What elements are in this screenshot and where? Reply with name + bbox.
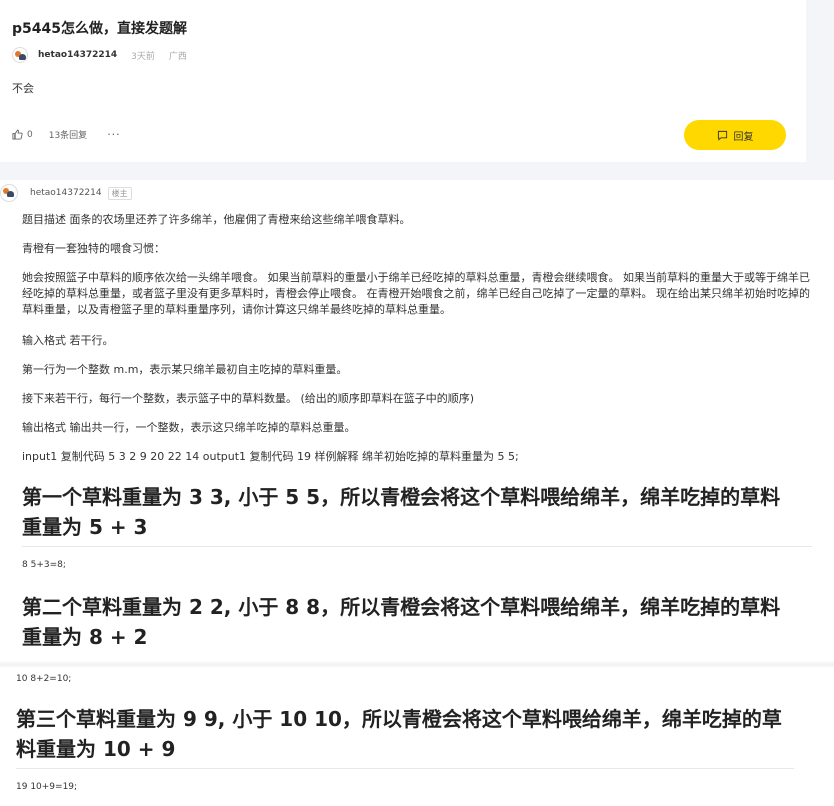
paragraph: 青橙有一套独特的喂食习惯： [22, 242, 165, 255]
paragraph: 她会按照篮子中草料的顺序依次给一头绵羊喂食。 如果当前草料的重量小于绵羊已经吃掉… [22, 271, 810, 316]
explanation-heading: 第二个草料重量为 2 2, 小于 8 8，所以青橙会将这个草料喂给绵羊，绵羊吃掉… [22, 595, 781, 649]
post-body: 不会 [12, 82, 34, 95]
reply-author-name[interactable]: hetao14372214 [30, 188, 102, 198]
reply-count[interactable]: 13条回复 [49, 128, 87, 141]
post-actions: 0 13条回复 ··· [12, 128, 121, 141]
post-time: 3天前 [131, 51, 155, 62]
author-name[interactable]: hetao14372214 [38, 50, 117, 60]
post-author-row: hetao14372214 3天前 广西 [12, 46, 187, 64]
more-icon[interactable]: ··· [107, 128, 121, 141]
explanation-heading: 第一个草料重量为 3 3, 小于 5 5，所以青橙会将这个草料喂给绵羊，绵羊吃掉… [22, 485, 781, 539]
calc-line: 19 10+9=19; [16, 782, 78, 792]
explanation-heading: 第三个草料重量为 9 9, 小于 10 10，所以青橙会将这个草料喂给绵羊，绵羊… [16, 707, 782, 761]
paragraph: 接下来若干行，每行一个整数，表示篮子中的草料数量。 (给出的顺序即草料在篮子中的… [22, 392, 475, 405]
paragraph: 输入格式 若干行。 [22, 334, 114, 347]
paragraph: 第一行为一个整数 m.m，表示某只绵羊最初自主吃掉的草料重量。 [22, 363, 348, 376]
right-gutter [806, 0, 834, 168]
avatar[interactable] [12, 47, 28, 63]
paragraph: 题目描述 面条的农场里还养了许多绵羊，他雇佣了青橙来给这些绵羊喂食草料。 [22, 213, 411, 226]
like-icon[interactable] [12, 129, 23, 140]
comment-icon [717, 130, 728, 141]
like-count: 0 [27, 129, 33, 140]
op-badge: 楼主 [107, 186, 132, 200]
calc-line: 8 5+3=8; [22, 560, 66, 570]
paragraph: input1 复制代码 5 3 2 9 20 22 14 output1 复制代… [22, 450, 519, 463]
paragraph: 输出格式 输出共一行，一个整数，表示这只绵羊吃掉的草料总重量。 [22, 421, 356, 434]
post-card: p5445怎么做，直接发题解 hetao14372214 3天前 广西 不会 0… [0, 0, 806, 162]
page-break [0, 660, 834, 668]
reply-header: hetao14372214 楼主 [0, 184, 132, 202]
divider [16, 768, 794, 769]
post-location: 广西 [168, 51, 187, 62]
divider [22, 546, 812, 547]
post-title[interactable]: p5445怎么做，直接发题解 [12, 18, 187, 38]
reply-button[interactable]: 回复 [684, 120, 786, 150]
avatar[interactable] [0, 184, 18, 202]
calc-line: 10 8+2=10; [16, 674, 72, 684]
section-divider [0, 162, 834, 180]
reply-button-label: 回复 [733, 131, 754, 143]
